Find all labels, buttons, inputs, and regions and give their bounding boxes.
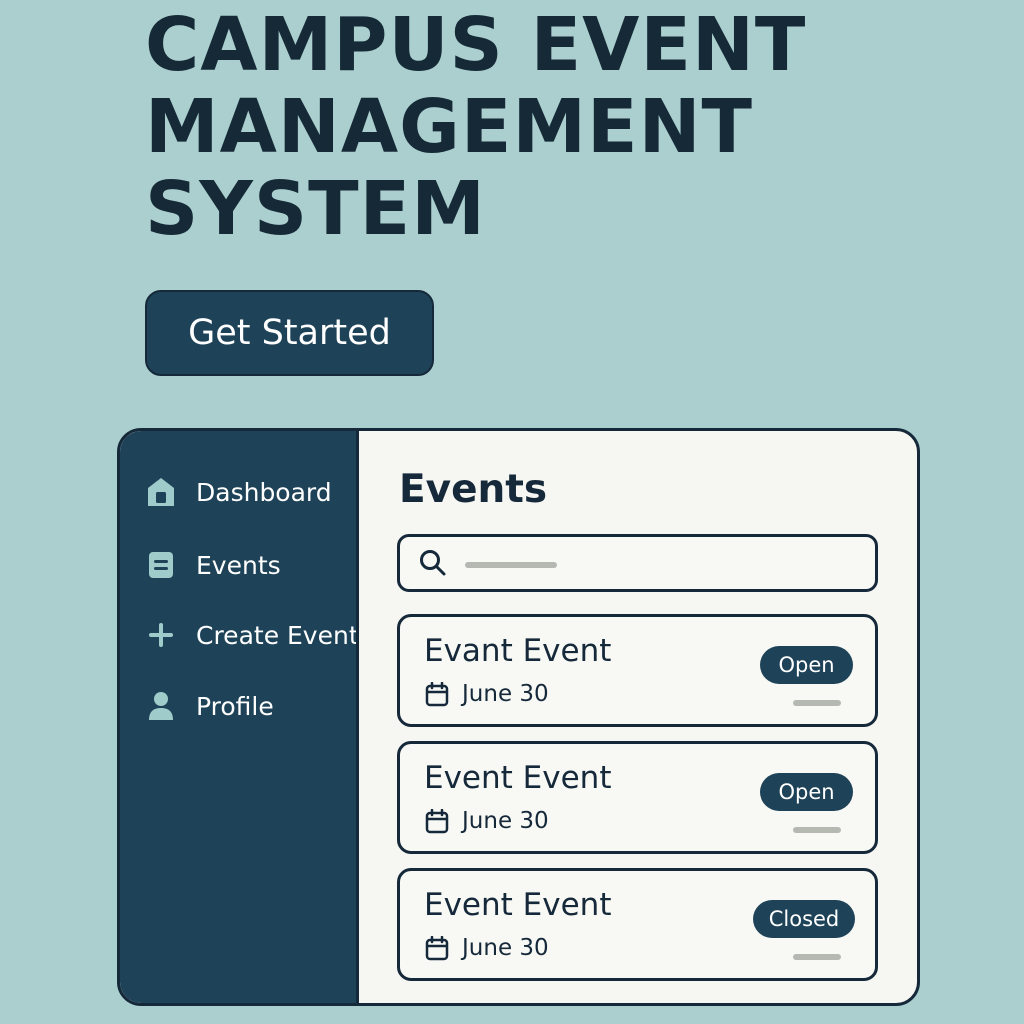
sidebar-item-create-event[interactable]: Create Event [144, 618, 359, 652]
detail-bar [793, 827, 841, 833]
event-card[interactable]: Event Event June 30 Open [397, 741, 878, 854]
page-title: Events [399, 467, 548, 512]
event-title: Event Event [424, 760, 612, 796]
user-icon [144, 689, 178, 723]
search-icon [418, 548, 448, 578]
get-started-button[interactable]: Get Started [145, 290, 434, 376]
calendar-icon [424, 935, 450, 961]
event-date: June 30 [424, 808, 549, 834]
event-date-text: June 30 [462, 681, 549, 707]
search-input[interactable] [462, 545, 846, 581]
event-title: Evant Event [424, 633, 612, 669]
calendar-icon [424, 681, 450, 707]
event-date: June 30 [424, 681, 549, 707]
app-window-preview: Dashboard Events Create Event Profile Ev… [117, 428, 920, 1006]
detail-bar [793, 700, 841, 706]
sidebar-item-label: Events [196, 550, 281, 580]
home-icon [144, 475, 178, 509]
status-badge: Open [760, 773, 853, 811]
sidebar-item-dashboard[interactable]: Dashboard [144, 475, 332, 509]
sidebar-item-label: Dashboard [196, 477, 332, 507]
event-date: June 30 [424, 935, 549, 961]
sidebar: Dashboard Events Create Event Profile [120, 431, 359, 1003]
sidebar-item-label: Profile [196, 691, 274, 721]
calendar-icon [424, 808, 450, 834]
search-box[interactable] [397, 534, 878, 592]
event-date-text: June 30 [462, 935, 549, 961]
events-panel: Events Evant Event June 30 Open Event Ev… [359, 431, 917, 1003]
hero-title: CAMPUS EVENT MANAGEMENT SYSTEM [145, 2, 807, 252]
event-card[interactable]: Event Event June 30 Closed [397, 868, 878, 981]
sidebar-item-events[interactable]: Events [144, 548, 281, 582]
event-card[interactable]: Evant Event June 30 Open [397, 614, 878, 727]
sidebar-item-profile[interactable]: Profile [144, 689, 274, 723]
event-title: Event Event [424, 887, 612, 923]
detail-bar [793, 954, 841, 960]
status-badge: Closed [753, 900, 855, 938]
status-badge: Open [760, 646, 853, 684]
sidebar-item-label: Create Event [196, 620, 359, 650]
list-icon [144, 548, 178, 582]
event-date-text: June 30 [462, 808, 549, 834]
plus-icon [144, 618, 178, 652]
